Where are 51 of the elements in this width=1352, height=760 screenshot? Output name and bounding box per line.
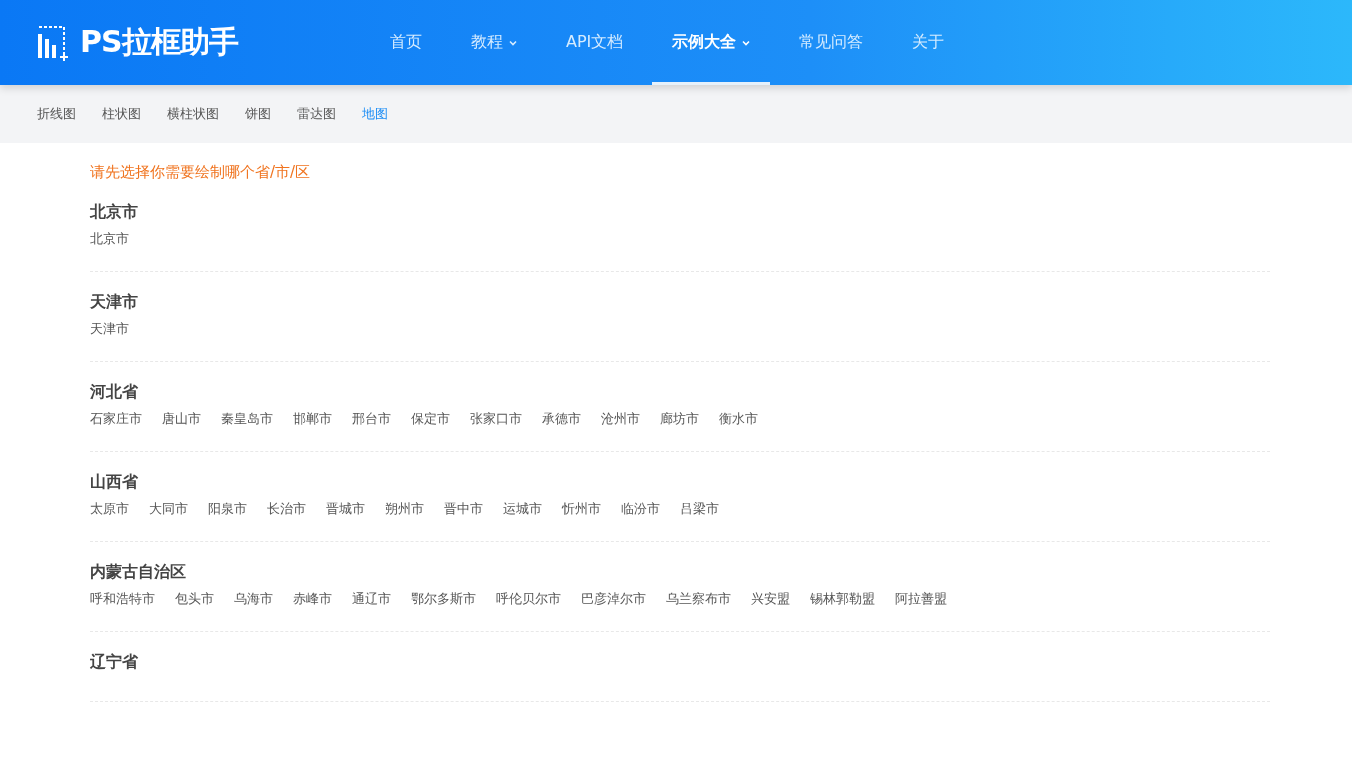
chart-type-tab[interactable]: 饼图 — [245, 105, 271, 123]
city-link[interactable]: 晋城市 — [326, 499, 365, 519]
city-link[interactable]: 锡林郭勒盟 — [810, 589, 875, 609]
province-title: 山西省 — [90, 471, 139, 493]
caret-icon — [509, 39, 517, 46]
city-link[interactable]: 张家口市 — [470, 409, 522, 429]
city-link[interactable]: 秦皇岛市 — [221, 409, 273, 429]
caret-icon — [742, 39, 751, 46]
city-link[interactable]: 兴安盟 — [751, 589, 790, 609]
city-link[interactable]: 邢台市 — [352, 409, 391, 429]
chart-type-tab[interactable]: 雷达图 — [297, 105, 336, 123]
province-title: 天津市 — [90, 291, 139, 313]
chart-type-tab[interactable]: 横柱状图 — [167, 105, 219, 123]
city-link[interactable]: 晋中市 — [444, 499, 483, 519]
city-link[interactable]: 衡水市 — [719, 409, 758, 429]
city-link[interactable]: 鄂尔多斯市 — [411, 589, 476, 609]
hint-text: 请先选择你需要绘制哪个省/市/区 — [90, 162, 312, 182]
city-link[interactable]: 巴彦淖尔市 — [581, 589, 646, 609]
logo-text[interactable]: PS拉框助手 — [80, 22, 238, 63]
city-link[interactable]: 呼伦贝尔市 — [496, 589, 561, 609]
city-link[interactable]: 阳泉市 — [208, 499, 247, 519]
city-link[interactable]: 太原市 — [90, 499, 129, 519]
city-link[interactable]: 乌海市 — [234, 589, 273, 609]
province-title: 河北省 — [90, 381, 139, 403]
city-link[interactable]: 大同市 — [149, 499, 188, 519]
city-link[interactable]: 承德市 — [542, 409, 581, 429]
city-link[interactable]: 唐山市 — [162, 409, 201, 429]
city-link[interactable]: 包头市 — [175, 589, 214, 609]
city-link[interactable]: 吕梁市 — [680, 499, 719, 519]
city-link[interactable]: 临汾市 — [621, 499, 660, 519]
city-link[interactable]: 天津市 — [90, 319, 129, 339]
city-link[interactable]: 邯郸市 — [293, 409, 332, 429]
city-link[interactable]: 长治市 — [267, 499, 306, 519]
chart-type-tab[interactable]: 柱状图 — [102, 105, 141, 123]
city-link[interactable]: 沧州市 — [601, 409, 640, 429]
city-link[interactable]: 廊坊市 — [660, 409, 699, 429]
chart-type-tab[interactable]: 折线图 — [37, 105, 76, 123]
city-link[interactable]: 赤峰市 — [293, 589, 332, 609]
city-link[interactable]: 保定市 — [411, 409, 450, 429]
city-link[interactable]: 北京市 — [90, 229, 129, 249]
city-link[interactable]: 朔州市 — [385, 499, 424, 519]
province-title: 内蒙古自治区 — [90, 561, 187, 583]
province-title: 辽宁省 — [90, 651, 139, 673]
city-link[interactable]: 通辽市 — [352, 589, 391, 609]
city-link[interactable]: 忻州市 — [562, 499, 601, 519]
city-link[interactable]: 阿拉善盟 — [895, 589, 947, 609]
city-link[interactable]: 乌兰察布市 — [666, 589, 731, 609]
province-title: 北京市 — [90, 201, 139, 223]
city-link[interactable]: 运城市 — [503, 499, 542, 519]
city-link[interactable]: 呼和浩特市 — [90, 589, 155, 609]
city-link[interactable]: 石家庄市 — [90, 409, 142, 429]
